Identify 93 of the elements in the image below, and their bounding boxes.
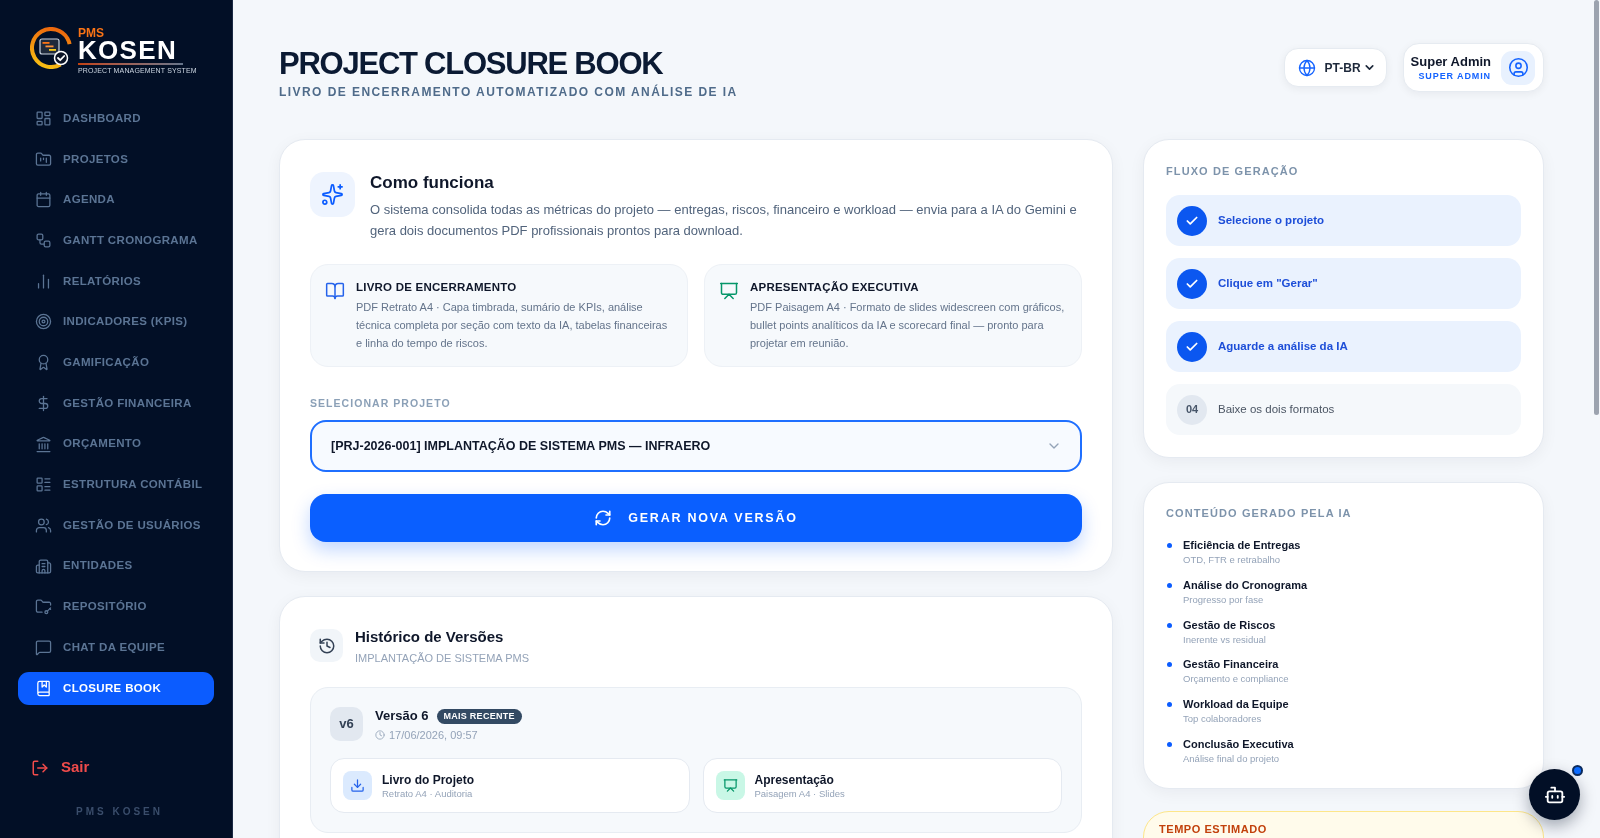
bullet-icon xyxy=(1167,582,1172,588)
building-icon xyxy=(35,557,52,575)
version-badge: v6 xyxy=(330,707,363,741)
logout-icon xyxy=(31,758,49,777)
topic-title: Workload da Equipe xyxy=(1183,697,1289,713)
page-title: PROJECT CLOSURE BOOK xyxy=(279,48,664,79)
page-subtitle: LIVRO DE ENCERRAMENTO AUTOMATIZADO COM ANÁLISE DE IA xyxy=(279,84,738,100)
nav-item[interactable]: GESTÃO FINANCEIRA xyxy=(18,386,214,420)
topic-description: Progresso por fase xyxy=(1183,592,1265,606)
nav-item[interactable]: DASHBOARD xyxy=(18,102,214,135)
feature-description: PDF Paisagem A4 · Formato de slides widescreen com gráficos, bullet points analíticos da IA e scorecard final — pronto para projetar em reunião. xyxy=(750,300,1066,351)
dashboard-grid-icon xyxy=(35,110,52,127)
logo-wordmark: KOSEN xyxy=(78,39,177,62)
nav-item[interactable]: AGENDA xyxy=(18,183,214,217)
section-title: Histórico de Versões xyxy=(355,627,505,647)
topic-description: Top colaboradores xyxy=(1183,712,1263,726)
step-label: Clique em "Gerar" xyxy=(1218,276,1318,291)
nav-item[interactable]: RELATÓRIOS xyxy=(18,264,214,298)
bar-chart-icon xyxy=(35,272,52,290)
panel-title: FLUXO DE GERAÇÃO xyxy=(1166,164,1300,178)
feature-description: PDF Retrato A4 · Capa timbrada, sumário de KPIs, análise técnica completa por seção com texto da IA, tabelas financeiras e linha do tempo de riscos. xyxy=(356,300,669,351)
nav-item[interactable]: ORÇAMENTO xyxy=(18,427,214,461)
topic-description: OTD, FTR e retrabalho xyxy=(1183,553,1282,566)
nav-item[interactable]: ENTIDADES xyxy=(18,549,214,583)
language-selector[interactable]: PT-BR xyxy=(1283,48,1387,87)
nav-item[interactable]: CHAT DA EQUIPE xyxy=(18,630,214,664)
panel-title: CONTEÚDO GERADO PELA IA xyxy=(1166,506,1353,520)
user-avatar-icon xyxy=(1501,50,1535,85)
chatbot-button[interactable] xyxy=(1529,769,1580,820)
user-menu[interactable]: Super Admin SUPER ADMIN xyxy=(1402,43,1544,92)
step-label: Aguarde a análise da IA xyxy=(1218,339,1348,354)
chat-icon xyxy=(35,638,52,656)
feature-title: LIVRO DE ENCERRAMENTO xyxy=(356,280,518,295)
topic-description: Inerente vs residual xyxy=(1183,632,1267,646)
folder-key-icon xyxy=(35,598,52,616)
nav-item[interactable]: GESTÃO DE USUÁRIOS xyxy=(18,508,214,542)
feature-title: APRESENTAÇÃO EXECUTIVA xyxy=(750,280,920,295)
calendar-icon xyxy=(35,191,52,209)
presentation-board-icon xyxy=(715,771,745,800)
logo-icon xyxy=(30,27,72,69)
topic-description: Análise final do projeto xyxy=(1183,752,1281,765)
footer-brand: PMS KOSEN xyxy=(76,805,163,818)
topic-description: Orçamento e compliance xyxy=(1183,672,1289,686)
globe-icon xyxy=(1297,58,1316,77)
download-icon xyxy=(343,771,372,800)
step-label: Baixe os dois formatos xyxy=(1218,402,1335,417)
topic-title: Gestão de Riscos xyxy=(1183,617,1276,633)
bullet-icon xyxy=(1167,622,1172,628)
nav-item[interactable]: ESTRUTURA CONTÁBIL xyxy=(18,468,214,502)
generate-button[interactable]: GERAR NOVA VERSÃO xyxy=(310,494,1082,542)
section-title: Como funciona xyxy=(370,172,495,194)
bullet-icon xyxy=(1167,543,1172,548)
step-label: Selecione o projeto xyxy=(1218,213,1325,228)
history-icon xyxy=(310,629,343,662)
nav-item[interactable]: GANTT CRONOGRAMA xyxy=(18,224,214,258)
book-icon xyxy=(35,679,52,697)
nav-item[interactable]: REPOSITÓRIO xyxy=(18,590,214,624)
nav-item[interactable]: PROJETOS xyxy=(18,142,214,176)
panel-title: TEMPO ESTIMADO xyxy=(1159,822,1268,836)
bullet-icon xyxy=(1167,702,1172,708)
list-icon xyxy=(35,476,52,494)
bullet-icon xyxy=(1167,662,1172,668)
section-subtitle: IMPLANTAÇÃO DE SISTEMA PMS xyxy=(355,651,529,665)
bullet-icon xyxy=(1167,742,1172,747)
logout-button[interactable]: Sair xyxy=(31,755,90,780)
refresh-icon xyxy=(594,509,613,527)
clock-icon xyxy=(375,730,385,740)
users-icon xyxy=(35,516,52,534)
version-title: Versão 6 xyxy=(375,707,429,725)
topic-title: Eficiência de Entregas xyxy=(1183,538,1301,553)
logo-prefix: PMS xyxy=(78,28,104,39)
bank-icon xyxy=(35,435,52,453)
nav-item[interactable]: GAMIFICAÇÃO xyxy=(18,346,214,380)
workflow-icon xyxy=(35,232,52,250)
section-description: O sistema consolida todas as métricas do projeto — entregas, riscos, financeiro e workload — envia para a IA do Gemini e gera dois documentos PDF profissionais prontos para download. xyxy=(370,201,1078,240)
nav-item[interactable]: CLOSURE BOOK xyxy=(18,671,214,705)
presentation-board-icon xyxy=(719,281,739,301)
project-select[interactable]: [PRJ-2026-001] IMPLANTAÇÃO DE SISTEMA PMS — INFRAERO xyxy=(310,420,1082,472)
sparkles-icon xyxy=(310,172,355,217)
file-download-button[interactable]: Livro do Projeto Retrato A4 · Auditoria xyxy=(330,758,690,813)
file-download-button[interactable]: Apresentação Paisagem A4 · Slides xyxy=(702,758,1062,813)
target-icon xyxy=(35,313,52,331)
topic-title: Gestão Financeira xyxy=(1183,657,1280,673)
step-number: 04 xyxy=(1177,394,1207,425)
folder-icon xyxy=(35,150,52,168)
topic-title: Conclusão Executiva xyxy=(1183,737,1294,752)
recent-tag: MAIS RECENTE xyxy=(436,708,522,724)
topic-title: Análise do Cronograma xyxy=(1183,577,1308,593)
scrollbar-thumb[interactable] xyxy=(1593,0,1599,415)
open-book-icon xyxy=(325,281,345,301)
version-date: 17/06/2026, 09:57 xyxy=(389,728,478,742)
nav-item[interactable]: INDICADORES (KPIS) xyxy=(18,305,214,339)
field-label: SELECIONAR PROJETO xyxy=(310,397,452,410)
